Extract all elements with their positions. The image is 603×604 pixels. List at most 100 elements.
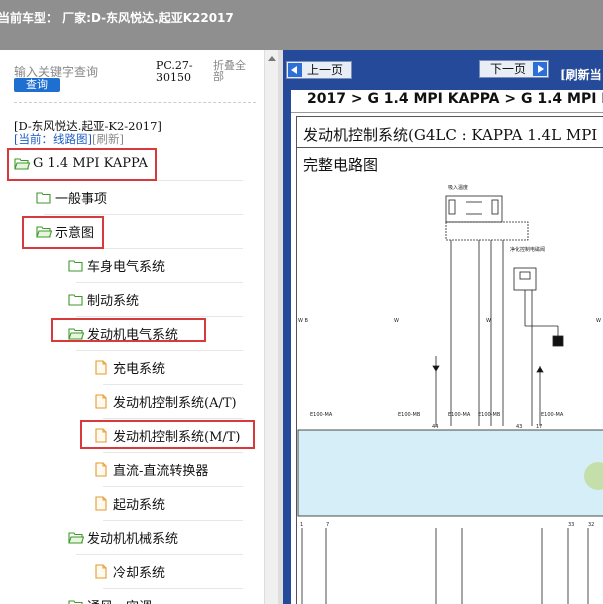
- tree-row-divider: [103, 520, 243, 521]
- search-button[interactable]: 查询: [14, 78, 60, 92]
- pin-label: 17: [536, 424, 542, 430]
- divider: [296, 147, 603, 148]
- tree-item-label: 车身电气系统: [87, 259, 166, 275]
- current-view-label: [当前：线路图]: [14, 132, 92, 146]
- viewer-refresh[interactable]: [刷新当: [560, 66, 602, 83]
- tree-item-label: 起动系统: [113, 497, 166, 513]
- sensor-element: [448, 199, 456, 215]
- wire-color-label: W: [394, 318, 399, 324]
- tree-row-divider: [103, 486, 243, 487]
- diagram-label-sensor2: 净化控制电磁阀: [510, 246, 545, 253]
- tree-item-label: 发动机机械系统: [87, 531, 179, 547]
- divider: [296, 116, 603, 117]
- tree-item-label: 直流-直流转换器: [113, 463, 209, 479]
- document-icon: [95, 393, 107, 409]
- folder-open-icon: [68, 599, 84, 604]
- tree-item-label: 充电系统: [113, 361, 166, 377]
- tree-item-label: 一般事项: [55, 191, 108, 207]
- refresh-link[interactable]: [刷新]: [92, 132, 124, 146]
- tree-row-divider: [76, 316, 243, 317]
- connector-label: E100-MA: [448, 412, 471, 418]
- arrow-right-icon: [533, 62, 547, 76]
- current-view: [当前：线路图][刷新]: [14, 133, 124, 145]
- folder-icon: [36, 191, 51, 204]
- highlight-box: [7, 148, 157, 181]
- tree-item-label: 制动系统: [87, 293, 140, 309]
- arrow-left-icon: [288, 63, 302, 77]
- prev-page-label: 上一页: [307, 63, 344, 77]
- divider: [291, 112, 603, 113]
- pin-label: 1: [300, 522, 303, 528]
- highlight-box: [22, 216, 104, 249]
- left-scrollbar[interactable]: [264, 50, 278, 604]
- arrow-up-icon: [536, 366, 544, 373]
- tree-item[interactable]: 一般事项: [36, 182, 107, 212]
- connector-label: E100-MB: [478, 412, 501, 418]
- folder-icon: [68, 293, 83, 306]
- section-title: 完整电路图: [303, 156, 379, 174]
- next-page-button[interactable]: 下一页: [479, 60, 549, 78]
- collapse-all-button[interactable]: 折叠全部: [213, 60, 253, 82]
- tree-item[interactable]: 通风、空调: [68, 590, 152, 604]
- tree-row-divider: [76, 554, 243, 555]
- wiring-diagram: 吸入温度 净化控制电磁阀 W B W W W E100-MA E100-MB E…: [297, 184, 603, 604]
- diagram-label-sensor1: 吸入温度: [448, 184, 468, 191]
- document-icon: [95, 495, 107, 511]
- arrow-down-icon: [432, 365, 440, 372]
- tree-row-divider: [103, 588, 243, 589]
- search-row: 输入关键字查询 查询 PC.27- 30150 折叠全部: [14, 59, 254, 102]
- scroll-up-icon[interactable]: [268, 56, 276, 61]
- prev-page-button[interactable]: 上一页: [286, 61, 352, 79]
- tree-item-label: 冷却系统: [113, 565, 166, 581]
- document-icon: [95, 359, 107, 375]
- valve-element: [519, 271, 531, 280]
- connector-label: E100-MB: [398, 412, 421, 418]
- tree-item[interactable]: 发动机控制系统(A/T): [95, 386, 237, 416]
- tree-item[interactable]: 冷却系统: [95, 556, 165, 586]
- tree-row-divider: [103, 452, 243, 453]
- connector-box: [445, 221, 529, 241]
- tree-item-label: 通风、空调: [87, 596, 152, 604]
- document-breadcrumb: 2017 > G 1.4 MPI KAPPA > G 1.4 MPI KA: [307, 91, 603, 107]
- connector-label: E100-MA: [541, 412, 564, 418]
- document-page: 2017 > G 1.4 MPI KAPPA > G 1.4 MPI KA 发动…: [291, 90, 603, 604]
- sensor-element: [491, 199, 499, 215]
- tree-row-divider: [76, 282, 243, 283]
- ecu-box: [297, 429, 603, 517]
- tree-item[interactable]: 制动系统: [68, 284, 139, 314]
- tree-row-divider: [44, 214, 243, 215]
- folder-icon: [68, 259, 83, 272]
- divider: [14, 102, 256, 103]
- viewer-panel: 上一页 下一页 [刷新当 2017 > G 1.4 MPI KAPPA > G …: [283, 50, 603, 604]
- ground-icon: [552, 335, 564, 347]
- tree-vehicle-label: [D-东风悦达.起亚-K2-2017]: [14, 119, 162, 133]
- tree-item[interactable]: 直流-直流转换器: [95, 454, 208, 484]
- document-icon: [95, 563, 107, 579]
- pin-label: 44: [432, 424, 438, 430]
- tree-row-divider: [103, 384, 243, 385]
- tree-item[interactable]: 车身电气系统: [68, 250, 165, 280]
- viewer-toolbar: 上一页 下一页 [刷新当: [283, 50, 603, 90]
- tree-item[interactable]: 发动机机械系统: [68, 522, 178, 552]
- document-title: 发动机控制系统(G4LC : KAPPA 1.4L MPI: [303, 126, 598, 144]
- tree-item[interactable]: 充电系统: [95, 352, 165, 382]
- wire-color-label: W: [596, 318, 601, 324]
- pin-label: 33: [568, 522, 574, 528]
- highlight-box: [80, 420, 255, 449]
- connector-label: E100-MA: [310, 412, 333, 418]
- folder-open-icon: [68, 531, 84, 544]
- next-page-label: 下一页: [490, 62, 527, 76]
- pin-label: 43: [516, 424, 522, 430]
- tree-row-divider: [76, 350, 243, 351]
- pin-label: 7: [326, 522, 329, 528]
- tree-item[interactable]: 起动系统: [95, 488, 165, 518]
- pc-code: PC.27- 30150: [156, 59, 193, 84]
- tree-row-divider: [103, 418, 243, 419]
- highlight-box: [51, 318, 206, 342]
- top-bar: 当前车型： 厂家:D-东风悦达.起亚K22017: [0, 0, 603, 50]
- pin-label: 32: [588, 522, 594, 528]
- tree-item-label: 发动机控制系统(A/T): [113, 395, 237, 411]
- wire-color-label: W: [486, 318, 491, 324]
- document-icon: [95, 461, 107, 477]
- left-panel: 输入关键字查询 查询 PC.27- 30150 折叠全部 [D-东风悦达.起亚-…: [0, 50, 264, 604]
